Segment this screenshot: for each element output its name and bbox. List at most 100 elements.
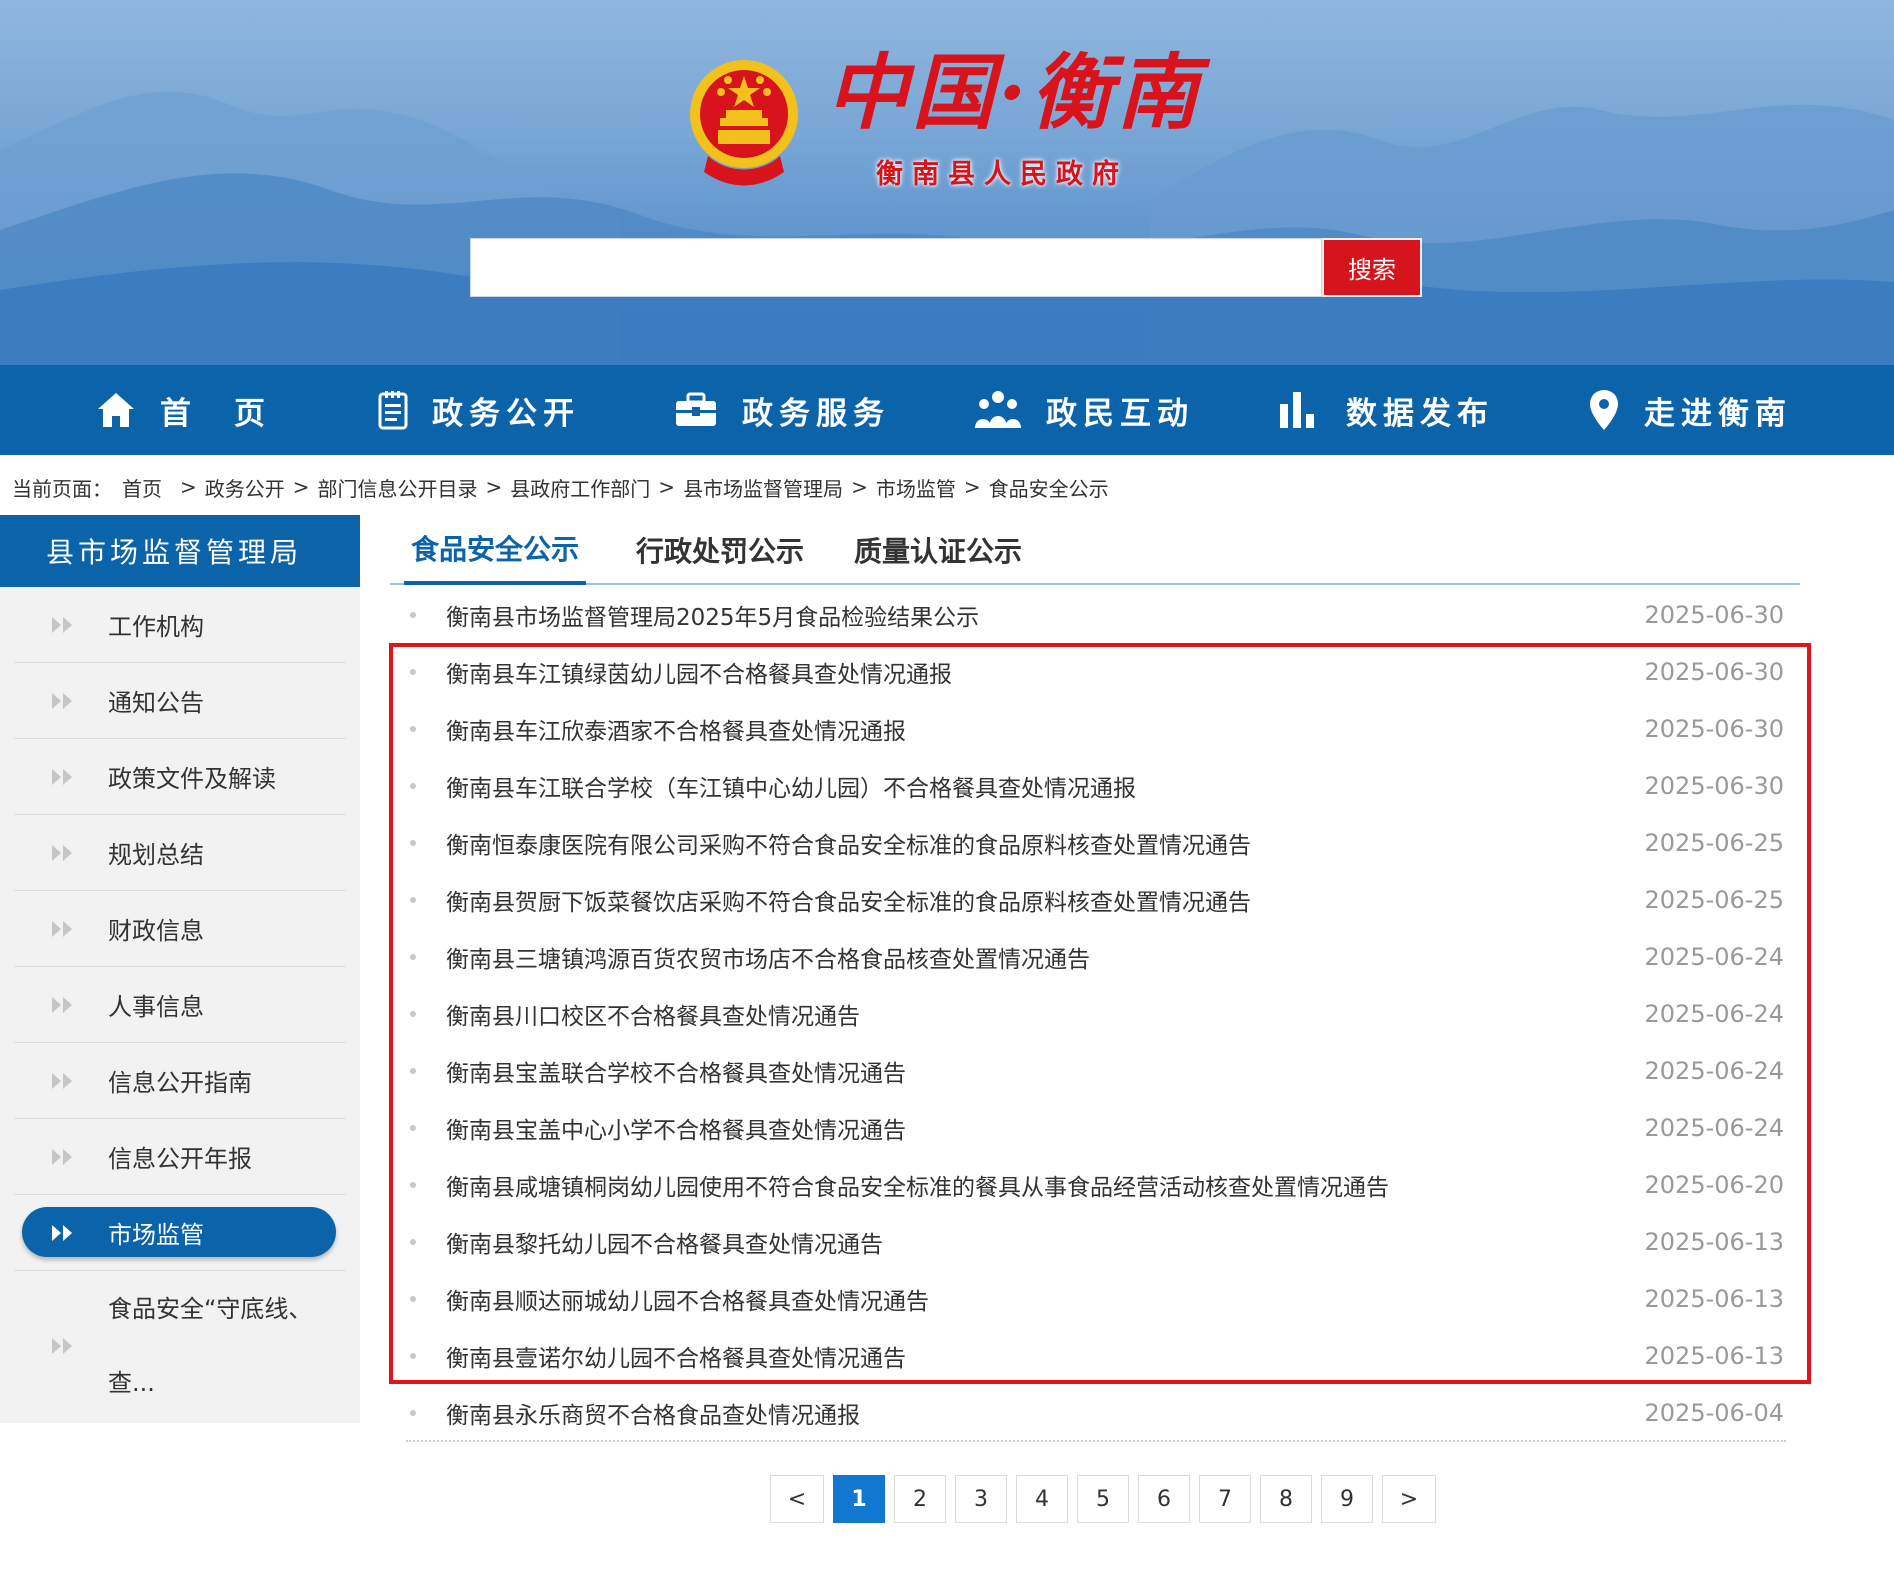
prev-page-button[interactable]: < <box>770 1475 824 1523</box>
list-item-title[interactable]: 衡南县三塘镇鸿源百货农贸市场店不合格食品核查处置情况通告 <box>446 940 1090 974</box>
breadcrumb-link-home[interactable]: 首页 <box>122 473 162 502</box>
pagination: < 1 2 3 4 5 6 7 8 9 > <box>770 1475 1436 1523</box>
list-item[interactable]: 衡南县永乐商贸不合格食品查处情况通报 2025-06-04 <box>408 1384 1784 1441</box>
breadcrumb-link-county-departments[interactable]: 县政府工作部门 <box>510 473 650 502</box>
list-item[interactable]: 衡南县顺达丽城幼儿园不合格餐具查处情况通告 2025-06-13 <box>408 1270 1784 1327</box>
list-item-title[interactable]: 衡南恒泰康医院有限公司采购不符合食品安全标准的食品原料核查处置情况通告 <box>446 826 1251 860</box>
list-item[interactable]: 衡南县车江联合学校（车江镇中心幼儿园）不合格餐具查处情况通报 2025-06-30 <box>408 757 1784 814</box>
nav-item-government-affairs[interactable]: 政务公开 <box>378 365 580 455</box>
list-item[interactable]: 衡南县咸塘镇桐岗幼儿园使用不符合食品安全标准的餐具从事食品经营活动核查处置情况通… <box>408 1156 1784 1213</box>
bullet-icon <box>410 1067 416 1074</box>
next-page-button[interactable]: > <box>1382 1475 1436 1523</box>
sidebar-item-label: 食品安全“守底线、查... <box>108 1295 313 1397</box>
sidebar-item-personnel-info[interactable]: 人事信息 <box>14 967 346 1043</box>
breadcrumb-separator: > <box>485 475 503 499</box>
sidebar-item-label: 信息公开年报 <box>108 1145 252 1173</box>
list-item-title[interactable]: 衡南县车江镇绿茵幼儿园不合格餐具查处情况通报 <box>446 655 952 689</box>
breadcrumb-separator: > <box>963 475 981 499</box>
page-button-1[interactable]: 1 <box>833 1475 885 1523</box>
nav-item-government-services[interactable]: 政务服务 <box>674 365 890 455</box>
nav-label: 首 页 <box>160 395 271 432</box>
list-item-date: 2025-06-13 <box>1644 1284 1784 1313</box>
bullet-icon <box>410 725 416 732</box>
list-item[interactable]: 衡南县宝盖联合学校不合格餐具查处情况通告 2025-06-24 <box>408 1042 1784 1099</box>
bullet-icon <box>410 1238 416 1245</box>
page-button-7[interactable]: 7 <box>1199 1475 1251 1523</box>
page-button-8[interactable]: 8 <box>1260 1475 1312 1523</box>
list-item-date: 2025-06-30 <box>1644 657 1784 686</box>
page-button-9[interactable]: 9 <box>1321 1475 1373 1523</box>
sidebar-item-work-organization[interactable]: 工作机构 <box>14 587 346 663</box>
search-input[interactable] <box>470 238 1322 297</box>
sidebar-item-policy-documents[interactable]: 政策文件及解读 <box>14 739 346 815</box>
list-item-title[interactable]: 衡南县咸塘镇桐岗幼儿园使用不符合食品安全标准的餐具从事食品经营活动核查处置情况通… <box>446 1168 1389 1202</box>
list-item[interactable]: 衡南恒泰康医院有限公司采购不符合食品安全标准的食品原料核查处置情况通告 2025-… <box>408 814 1784 871</box>
list-item-date: 2025-06-30 <box>1644 600 1784 629</box>
list-item-date: 2025-06-04 <box>1644 1398 1784 1427</box>
double-arrow-icon <box>52 616 92 633</box>
sidebar-item-planning-summary[interactable]: 规划总结 <box>14 815 346 891</box>
sidebar-item-label: 规划总结 <box>108 841 204 869</box>
breadcrumb-link-food-safety[interactable]: 食品安全公示 <box>989 473 1109 502</box>
list-item-title[interactable]: 衡南县车江欣泰酒家不合格餐具查处情况通报 <box>446 712 906 746</box>
list-item[interactable]: 衡南县三塘镇鸿源百货农贸市场店不合格食品核查处置情况通告 2025-06-24 <box>408 928 1784 985</box>
bullet-icon <box>410 896 416 903</box>
list-item-title[interactable]: 衡南县黎托幼儿园不合格餐具查处情况通告 <box>446 1225 883 1259</box>
page-button-2[interactable]: 2 <box>894 1475 946 1523</box>
bar-chart-icon <box>1280 392 1314 428</box>
nav-label: 数据发布 <box>1346 395 1494 432</box>
nav-item-home[interactable]: 首 页 <box>96 365 271 455</box>
list-item-title[interactable]: 衡南县宝盖中心小学不合格餐具查处情况通告 <box>446 1111 906 1145</box>
breadcrumb-link-government-affairs[interactable]: 政务公开 <box>205 473 285 502</box>
list-item-title[interactable]: 衡南县壹诺尔幼儿园不合格餐具查处情况通告 <box>446 1339 906 1373</box>
tab-food-safety[interactable]: 食品安全公示 <box>404 515 586 585</box>
search-button[interactable]: 搜索 <box>1322 238 1422 297</box>
home-icon <box>98 393 134 427</box>
page-button-4[interactable]: 4 <box>1016 1475 1068 1523</box>
sidebar-item-market-supervision[interactable]: 市场监管 <box>14 1195 346 1271</box>
list-item-title[interactable]: 衡南县车江联合学校（车江镇中心幼儿园）不合格餐具查处情况通报 <box>446 769 1136 803</box>
list-item-date: 2025-06-24 <box>1644 942 1784 971</box>
list-item[interactable]: 衡南县壹诺尔幼儿园不合格餐具查处情况通告 2025-06-13 <box>408 1327 1784 1384</box>
list-item-title[interactable]: 衡南县川口校区不合格餐具查处情况通告 <box>446 997 860 1031</box>
list-item[interactable]: 衡南县车江镇绿茵幼儿园不合格餐具查处情况通报 2025-06-30 <box>408 643 1784 700</box>
page-button-6[interactable]: 6 <box>1138 1475 1190 1523</box>
sidebar: 县市场监督管理局 工作机构 通知公告 政策文件及解读 规划总结 财政信息 人事信… <box>0 515 360 1423</box>
breadcrumb-link-market-bureau[interactable]: 县市场监督管理局 <box>683 473 843 502</box>
page-button-5[interactable]: 5 <box>1077 1475 1129 1523</box>
list-item-title[interactable]: 衡南县贺厨下饭菜餐饮店采购不符合食品安全标准的食品原料核查处置情况通告 <box>446 883 1251 917</box>
sidebar-item-disclosure-guide[interactable]: 信息公开指南 <box>14 1043 346 1119</box>
page-button-3[interactable]: 3 <box>955 1475 1007 1523</box>
sidebar-item-financial-info[interactable]: 财政信息 <box>14 891 346 967</box>
list-item-title[interactable]: 衡南县市场监督管理局2025年5月食品检验结果公示 <box>446 598 979 632</box>
list-item-date: 2025-06-24 <box>1644 1056 1784 1085</box>
nav-item-data-release[interactable]: 数据发布 <box>1278 365 1494 455</box>
nav-item-about-hengnan[interactable]: 走进衡南 <box>1588 365 1792 455</box>
list-item-title[interactable]: 衡南县顺达丽城幼儿园不合格餐具查处情况通告 <box>446 1282 929 1316</box>
briefcase-icon <box>676 392 716 426</box>
nav-item-public-interaction[interactable]: 政民互动 <box>974 365 1194 455</box>
bullet-icon <box>410 1181 416 1188</box>
sidebar-item-notices[interactable]: 通知公告 <box>14 663 346 739</box>
tab-administrative-penalty[interactable]: 行政处罚公示 <box>634 515 806 585</box>
sidebar-item-label: 人事信息 <box>108 993 204 1021</box>
list-item[interactable]: 衡南县贺厨下饭菜餐饮店采购不符合食品安全标准的食品原料核查处置情况通告 2025-… <box>408 871 1784 928</box>
list-item-title[interactable]: 衡南县永乐商贸不合格食品查处情况通报 <box>446 1396 860 1430</box>
content-tabs: 食品安全公示 行政处罚公示 质量认证公示 <box>390 515 1800 585</box>
list-item[interactable]: 衡南县车江欣泰酒家不合格餐具查处情况通报 2025-06-30 <box>408 700 1784 757</box>
list-item[interactable]: 衡南县市场监督管理局2025年5月食品检验结果公示 2025-06-30 <box>408 586 1784 643</box>
sidebar-item-annual-report[interactable]: 信息公开年报 <box>14 1119 346 1195</box>
breadcrumb: 当前页面： 首页 > 政务公开 > 部门信息公开目录 > 县政府工作部门 > 县… <box>12 472 1109 502</box>
breadcrumb-link-market-supervision[interactable]: 市场监管 <box>876 473 956 502</box>
bullet-icon <box>410 1124 416 1131</box>
sidebar-item-food-safety-campaign[interactable]: 食品安全“守底线、查... <box>14 1271 346 1421</box>
list-item[interactable]: 衡南县川口校区不合格餐具查处情况通告 2025-06-24 <box>408 985 1784 1042</box>
double-arrow-icon <box>52 768 92 785</box>
list-item[interactable]: 衡南县宝盖中心小学不合格餐具查处情况通告 2025-06-24 <box>408 1099 1784 1156</box>
list-item[interactable]: 衡南县黎托幼儿园不合格餐具查处情况通告 2025-06-13 <box>408 1213 1784 1270</box>
tab-quality-certification[interactable]: 质量认证公示 <box>852 515 1024 585</box>
breadcrumb-link-department-directory[interactable]: 部门信息公开目录 <box>318 473 478 502</box>
breadcrumb-separator: > <box>658 475 676 499</box>
double-arrow-icon <box>52 1148 92 1165</box>
list-item-title[interactable]: 衡南县宝盖联合学校不合格餐具查处情况通告 <box>446 1054 906 1088</box>
